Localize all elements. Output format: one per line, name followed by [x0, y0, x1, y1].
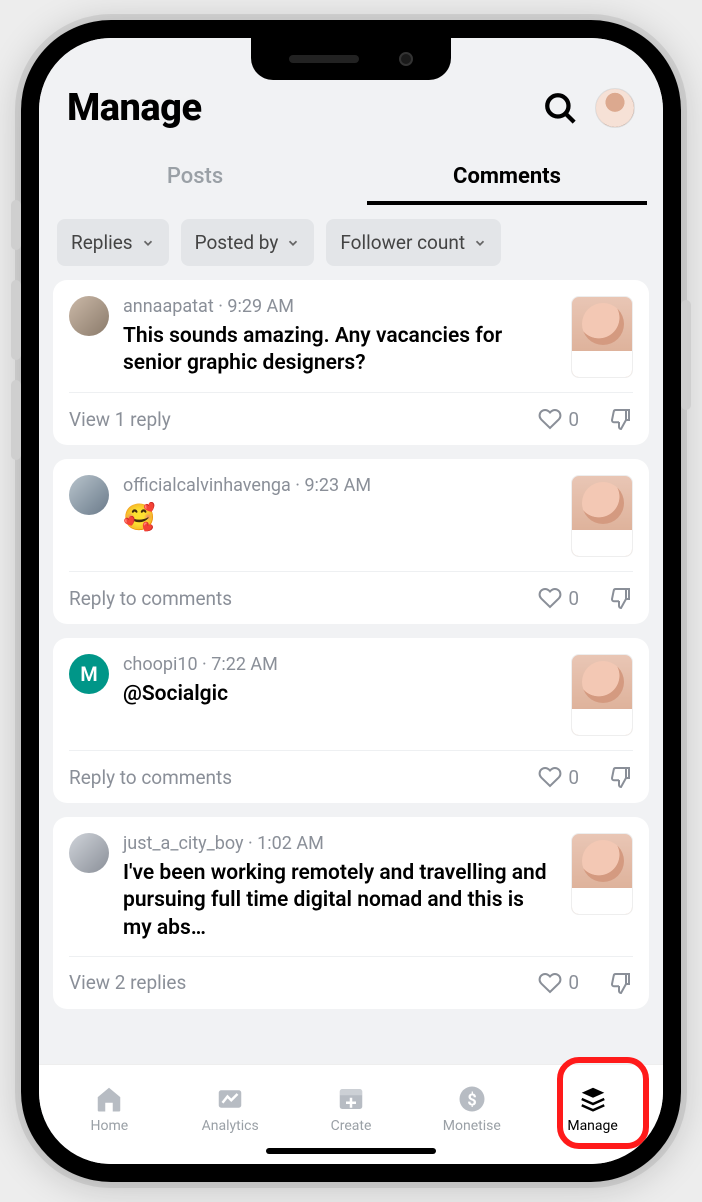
filter-posted-by[interactable]: Posted by — [181, 219, 315, 266]
heart-icon — [538, 971, 562, 995]
commenter-avatar[interactable] — [69, 833, 109, 873]
commenter-avatar[interactable]: M — [69, 654, 109, 694]
filter-follower-count[interactable]: Follower count — [326, 219, 501, 266]
analytics-icon — [215, 1084, 245, 1114]
comment-text: I've been working remotely and travellin… — [123, 860, 557, 942]
page-title: Manage — [67, 86, 202, 130]
comment-card[interactable]: just_a_city_boy · 1:02 AM I've been work… — [53, 817, 649, 1009]
tabbar-home[interactable]: Home — [49, 1084, 170, 1134]
comments-feed[interactable]: annaapatat · 9:29 AM This sounds amazing… — [39, 280, 663, 1064]
manage-icon — [578, 1084, 608, 1114]
thumbs-down-icon[interactable] — [609, 586, 633, 610]
comment-meta: officialcalvinhavenga · 9:23 AM — [123, 475, 557, 496]
home-indicator[interactable] — [266, 1148, 436, 1154]
comment-meta: just_a_city_boy · 1:02 AM — [123, 833, 557, 854]
like-button[interactable]: 0 — [538, 765, 579, 789]
reply-link[interactable]: Reply to comments — [69, 587, 232, 610]
heart-icon — [538, 407, 562, 431]
profile-avatar[interactable] — [595, 88, 635, 128]
thumbs-down-icon[interactable] — [609, 407, 633, 431]
reply-link[interactable]: Reply to comments — [69, 766, 232, 789]
tabs: Posts Comments — [39, 150, 663, 205]
like-count: 0 — [568, 587, 579, 610]
like-count: 0 — [568, 971, 579, 994]
reply-link[interactable]: View 2 replies — [69, 971, 186, 994]
post-thumbnail[interactable]: Grwm: How i got my dream remote job from… — [571, 833, 633, 915]
thumbs-down-icon[interactable] — [609, 765, 633, 789]
comment-meta: annaapatat · 9:29 AM — [123, 296, 557, 317]
tabbar-monetise[interactable]: $ Monetise — [411, 1084, 532, 1134]
monetise-icon: $ — [457, 1084, 487, 1114]
heart-icon — [538, 586, 562, 610]
filter-posted-by-label: Posted by — [195, 231, 279, 254]
comment-card[interactable]: M choopi10 · 7:22 AM @Socialgic Grwm: Ho… — [53, 638, 649, 803]
tabbar-analytics[interactable]: Analytics — [170, 1084, 291, 1134]
chevron-down-icon — [286, 236, 300, 250]
like-count: 0 — [568, 408, 579, 431]
search-icon[interactable] — [543, 91, 577, 125]
comment-meta: choopi10 · 7:22 AM — [123, 654, 557, 675]
comment-card[interactable]: officialcalvinhavenga · 9:23 AM 🥰 Grwm: … — [53, 459, 649, 624]
tab-comments[interactable]: Comments — [351, 150, 663, 205]
comment-text: This sounds amazing. Any vacancies for s… — [123, 323, 557, 378]
chevron-down-icon — [141, 236, 155, 250]
post-thumbnail[interactable]: Grwm: How i got my dream remote job from… — [571, 654, 633, 736]
tabbar-create[interactable]: Create — [291, 1084, 412, 1134]
chevron-down-icon — [473, 236, 487, 250]
like-count: 0 — [568, 766, 579, 789]
filter-row: Replies Posted by Follower count — [39, 205, 663, 280]
post-thumbnail[interactable]: Grwm: How i got my dream remote job from… — [571, 296, 633, 378]
home-icon — [94, 1084, 124, 1114]
thumbs-down-icon[interactable] — [609, 971, 633, 995]
create-icon — [336, 1084, 366, 1114]
like-button[interactable]: 0 — [538, 971, 579, 995]
comment-text: @Socialgic — [123, 681, 557, 708]
heart-icon — [538, 765, 562, 789]
svg-text:$: $ — [467, 1090, 476, 1109]
post-thumbnail[interactable]: Grwm: How i got my dream remote job from… — [571, 475, 633, 557]
filter-replies[interactable]: Replies — [57, 219, 169, 266]
commenter-avatar[interactable] — [69, 475, 109, 515]
commenter-avatar[interactable] — [69, 296, 109, 336]
comment-card[interactable]: annaapatat · 9:29 AM This sounds amazing… — [53, 280, 649, 445]
like-button[interactable]: 0 — [538, 407, 579, 431]
filter-follower-count-label: Follower count — [340, 231, 465, 254]
like-button[interactable]: 0 — [538, 586, 579, 610]
tabbar-manage[interactable]: Manage — [532, 1084, 653, 1134]
filter-replies-label: Replies — [71, 231, 133, 254]
tab-posts[interactable]: Posts — [39, 150, 351, 205]
comment-text: 🥰 — [123, 502, 557, 536]
reply-link[interactable]: View 1 reply — [69, 408, 171, 431]
